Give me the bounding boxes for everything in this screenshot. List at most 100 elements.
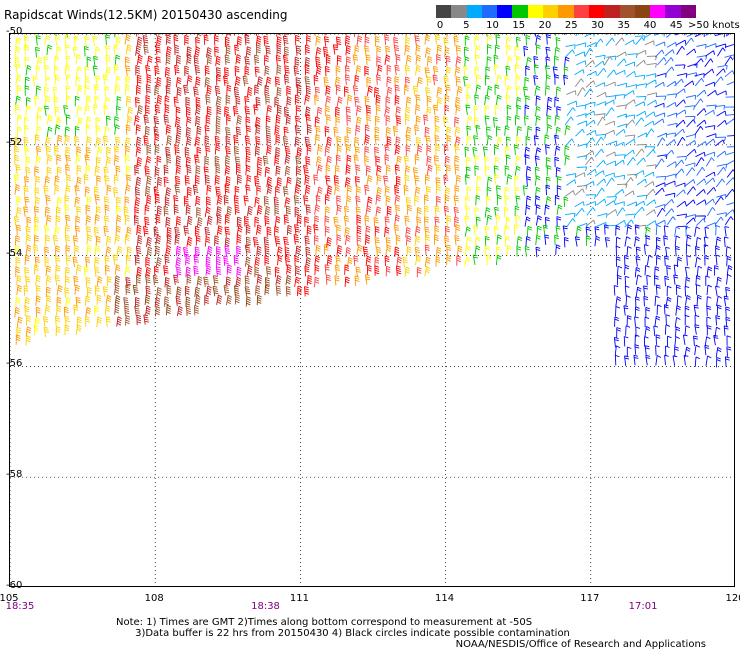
notes: Note: 1) Times are GMT 2)Times along bot… <box>116 617 570 639</box>
wind-barb-icon <box>585 235 591 246</box>
wind-barb-icon <box>406 204 413 215</box>
wind-barb-icon <box>105 316 111 327</box>
wind-barb-icon <box>575 208 585 217</box>
wind-barb-icon <box>46 114 53 125</box>
wind-barb-icon <box>726 255 732 267</box>
wind-barb-icon <box>335 84 341 95</box>
wind-barb-icon <box>424 67 430 78</box>
wind-barb-icon <box>75 215 81 227</box>
wind-barb-icon <box>274 225 279 237</box>
wind-barb-icon <box>262 155 269 166</box>
wind-barb-icon <box>235 95 241 107</box>
wind-barb-icon <box>486 186 492 198</box>
wind-barb-icon <box>443 205 450 217</box>
wind-barb-icon <box>434 205 440 217</box>
wind-barb-icon <box>696 89 707 97</box>
wind-barb-icon <box>114 264 121 275</box>
wind-barb-icon <box>336 234 342 245</box>
wind-barb-icon <box>176 305 183 317</box>
wind-barb-icon <box>282 54 289 66</box>
wind-barb-icon <box>295 265 300 277</box>
wind-barb-icon <box>725 188 734 198</box>
wind-barb-icon <box>474 236 481 247</box>
wind-barb-icon <box>644 40 655 46</box>
wind-barb-icon <box>145 185 151 197</box>
wind-barb-icon <box>586 42 597 48</box>
wind-barb-icon <box>624 39 635 46</box>
wind-barb-icon <box>194 154 200 165</box>
wind-barb-icon <box>696 284 701 295</box>
wind-barb-icon <box>685 244 691 255</box>
wind-barb-icon <box>186 116 192 127</box>
wind-barb-icon <box>615 128 626 136</box>
wind-barb-icon <box>125 124 131 135</box>
wind-barb-icon <box>614 201 625 206</box>
wind-barb-icon <box>225 276 231 287</box>
wind-barb-icon <box>286 96 292 107</box>
wind-barb-icon <box>113 44 119 56</box>
wind-barb-icon <box>146 175 152 186</box>
wind-barb-icon <box>223 284 230 296</box>
wind-barb-icon <box>216 294 223 305</box>
wind-barb-icon <box>224 214 230 225</box>
wind-barb-icon <box>35 85 41 96</box>
wind-barb-icon <box>105 235 112 247</box>
wind-barb-icon <box>23 34 29 38</box>
wind-barb-icon <box>245 46 252 57</box>
wind-barb-icon <box>286 176 292 188</box>
wind-barb-icon <box>93 84 100 95</box>
wind-barb-icon <box>535 234 541 246</box>
wind-barb-icon <box>25 156 31 167</box>
wind-barb-icon <box>635 117 645 126</box>
wind-barb-icon <box>595 133 607 139</box>
wind-barb-icon <box>536 225 542 237</box>
wind-barb-icon <box>155 234 162 246</box>
wind-barb-icon <box>204 226 211 238</box>
wind-barb-icon <box>274 76 281 87</box>
wind-barb-icon <box>266 266 272 277</box>
wind-barb-icon <box>143 135 149 146</box>
wind-barb-icon <box>376 74 382 85</box>
wind-barb-icon <box>325 175 331 186</box>
wind-barb-icon <box>453 35 459 47</box>
wind-barb-icon <box>135 34 141 37</box>
wind-barb-icon <box>585 101 596 107</box>
wind-barb-icon <box>92 104 99 115</box>
wind-barb-icon <box>726 201 734 207</box>
wind-barb-icon <box>554 234 559 246</box>
wind-barb-icon <box>104 305 111 316</box>
wind-barb-icon <box>564 154 571 166</box>
wind-barb-icon <box>264 245 270 257</box>
wind-barb-icon <box>323 36 330 47</box>
wind-barb-icon <box>125 284 131 295</box>
wind-barb-icon <box>54 124 61 135</box>
wind-barb-icon <box>643 295 649 307</box>
wind-barb-icon <box>194 136 201 147</box>
legend-swatch <box>466 5 482 18</box>
wind-barb-icon <box>446 34 453 38</box>
wind-barb-icon <box>385 45 391 57</box>
wind-barb-icon <box>186 236 193 247</box>
wind-barb-icon <box>165 54 171 66</box>
wind-barb-icon <box>145 305 151 316</box>
wind-barb-icon <box>14 154 19 166</box>
wind-barb-icon <box>204 125 210 136</box>
wind-barb-icon <box>436 195 441 207</box>
wind-barb-icon <box>716 356 721 368</box>
wind-barb-icon <box>173 204 179 215</box>
wind-barb-icon <box>674 346 679 357</box>
wind-barb-icon <box>165 304 172 316</box>
wind-barb-icon <box>305 85 311 97</box>
wind-barb-icon <box>504 236 510 247</box>
wind-barb-icon <box>616 207 626 217</box>
wind-barb-icon <box>143 314 149 325</box>
wind-barb-icon <box>456 85 463 97</box>
wind-barb-icon <box>686 119 696 128</box>
wind-barb-icon <box>326 155 332 167</box>
wind-barb-icon <box>594 235 601 247</box>
wind-barb-icon <box>233 145 240 157</box>
wind-barb-icon <box>64 134 71 146</box>
wind-barb-icon <box>706 104 717 110</box>
wind-barb-icon <box>216 105 222 116</box>
wind-barb-icon <box>346 185 352 196</box>
